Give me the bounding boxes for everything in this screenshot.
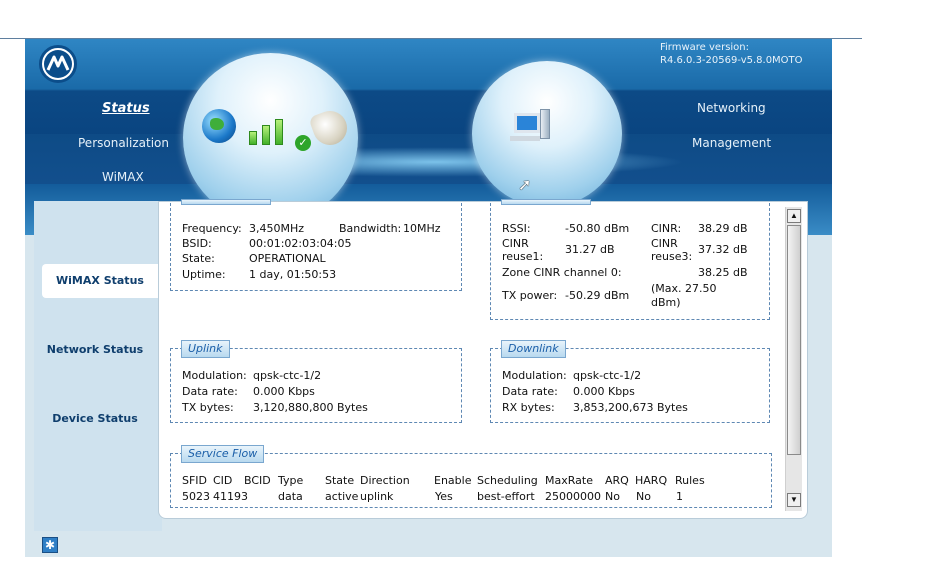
bsid-value: 00:01:02:03:04:05 bbox=[249, 237, 352, 250]
nav-personalization[interactable]: Personalization bbox=[78, 136, 169, 150]
tx-power-value: -50.29 dBm bbox=[565, 289, 630, 302]
uptime-value: 1 day, 01:50:53 bbox=[249, 268, 337, 281]
state-label: State: bbox=[182, 252, 215, 265]
cinr-reuse1-value: 31.27 dB bbox=[565, 243, 615, 256]
col-header-direction: Direction bbox=[360, 474, 410, 487]
frequency-label: Frequency: bbox=[182, 222, 242, 235]
zone-cinr-value: 38.25 dB bbox=[698, 266, 748, 279]
mouse-cursor-icon: ➚ bbox=[518, 177, 532, 194]
scroll-thumb[interactable] bbox=[787, 225, 801, 455]
uplink-legend: Uplink bbox=[181, 340, 230, 358]
col-header-type: Type bbox=[278, 474, 304, 487]
table-cell-rules: 1 bbox=[676, 490, 683, 503]
nav-networking[interactable]: Networking bbox=[697, 101, 766, 115]
table-cell-arq: No bbox=[605, 490, 620, 503]
col-header-harq: HARQ bbox=[635, 474, 668, 487]
cinr-reuse1-label-2: reuse1: bbox=[502, 250, 544, 263]
table-cell-maxrate: 25000000 bbox=[545, 490, 601, 503]
table-cell-enable: Yes bbox=[435, 490, 453, 503]
signal-bar-icon bbox=[275, 119, 283, 145]
side-tab-bar bbox=[34, 201, 162, 531]
bandwidth-value: 10MHz bbox=[403, 222, 441, 235]
downlink-modulation-value: qpsk-ctc-1/2 bbox=[573, 369, 642, 382]
firmware-version-label: Firmware version: bbox=[660, 42, 750, 53]
nav-status[interactable]: Status bbox=[102, 101, 150, 116]
table-cell-direction: uplink bbox=[360, 490, 394, 503]
uplink-bytes-label: TX bytes: bbox=[182, 401, 234, 414]
snowflake-icon[interactable]: ✱ bbox=[42, 537, 58, 553]
uplink-modulation-value: qpsk-ctc-1/2 bbox=[253, 369, 322, 382]
tx-power-max: (Max. 27.50 bbox=[651, 282, 717, 295]
table-cell-scheduling: best-effort bbox=[477, 490, 535, 503]
state-value: OPERATIONAL bbox=[249, 252, 326, 265]
globe-icon bbox=[202, 109, 236, 143]
downlink-rate-value: 0.000 Kbps bbox=[573, 385, 635, 398]
signal-bar-icon bbox=[262, 125, 270, 145]
firmware-version-value: R4.6.0.3-20569-v5.8.0MOTO bbox=[660, 55, 803, 66]
router-status-app: Firmware version: R4.6.0.3-20569-v5.8.0M… bbox=[25, 39, 832, 557]
cinr-reuse1-label: CINR bbox=[502, 237, 529, 250]
scroll-up-button[interactable]: ▲ bbox=[787, 209, 801, 223]
col-header-cid: CID bbox=[213, 474, 233, 487]
downlink-modulation-label: Modulation: bbox=[502, 369, 567, 382]
rssi-value: -50.80 dBm bbox=[565, 222, 630, 235]
rssi-label: RSSI: bbox=[502, 222, 531, 235]
bandwidth-label: Bandwidth: bbox=[339, 222, 402, 235]
uplink-modulation-label: Modulation: bbox=[182, 369, 247, 382]
col-header-sfid: SFID bbox=[182, 474, 208, 487]
tab-wimax-status[interactable]: WiMAX Status bbox=[42, 264, 158, 298]
tab-device-status[interactable]: Device Status bbox=[34, 412, 156, 425]
cinr-reuse3-label: CINR bbox=[651, 237, 678, 250]
cinr-reuse3-label-2: reuse3: bbox=[651, 250, 693, 263]
table-cell-sfid: 5023 bbox=[182, 490, 210, 503]
bsid-label: BSID: bbox=[182, 237, 212, 250]
service-flow-legend: Service Flow bbox=[181, 445, 265, 463]
downlink-legend: Downlink bbox=[501, 340, 566, 358]
uplink-rate-value: 0.000 Kbps bbox=[253, 385, 315, 398]
signal-info-legend bbox=[501, 199, 591, 205]
vertical-scrollbar[interactable]: ▲ ▼ bbox=[785, 207, 802, 511]
downlink-bytes-value: 3,853,200,673 Bytes bbox=[573, 401, 688, 414]
tx-power-label: TX power: bbox=[502, 289, 558, 302]
col-header-state: State bbox=[325, 474, 355, 487]
cinr-value: 38.29 dB bbox=[698, 222, 748, 235]
check-icon: ✓ bbox=[295, 135, 311, 151]
downlink-rate-label: Data rate: bbox=[502, 385, 558, 398]
tab-network-status[interactable]: Network Status bbox=[34, 343, 156, 356]
zone-cinr-label: Zone CINR channel 0: bbox=[502, 266, 622, 279]
col-header-arq: ARQ bbox=[605, 474, 629, 487]
motorola-logo-icon bbox=[39, 45, 77, 83]
col-header-enable: Enable bbox=[434, 474, 472, 487]
uplink-bytes-value: 3,120,880,800 Bytes bbox=[253, 401, 368, 414]
table-cell-type: data bbox=[278, 490, 303, 503]
computer-icon bbox=[510, 109, 556, 145]
signal-bar-icon bbox=[249, 131, 257, 145]
col-header-rules: Rules bbox=[675, 474, 705, 487]
col-header-maxrate: MaxRate bbox=[545, 474, 593, 487]
col-header-bcid: BCID bbox=[244, 474, 271, 487]
tx-power-max-unit: dBm) bbox=[651, 296, 681, 309]
cinr-label: CINR: bbox=[651, 222, 682, 235]
uplink-rate-label: Data rate: bbox=[182, 385, 238, 398]
table-cell-harq: No bbox=[636, 490, 651, 503]
scroll-down-button[interactable]: ▼ bbox=[787, 493, 801, 507]
cinr-reuse3-value: 37.32 dB bbox=[698, 243, 748, 256]
wimax-info-legend bbox=[181, 199, 271, 205]
nav-management[interactable]: Management bbox=[692, 136, 771, 150]
col-header-scheduling: Scheduling bbox=[477, 474, 538, 487]
downlink-bytes-label: RX bytes: bbox=[502, 401, 555, 414]
uptime-label: Uptime: bbox=[182, 268, 226, 281]
table-cell-cid: 41193 bbox=[213, 490, 248, 503]
frequency-value: 3,450MHz bbox=[249, 222, 305, 235]
nav-wimax[interactable]: WiMAX bbox=[102, 170, 144, 184]
table-cell-state: active bbox=[325, 490, 359, 503]
